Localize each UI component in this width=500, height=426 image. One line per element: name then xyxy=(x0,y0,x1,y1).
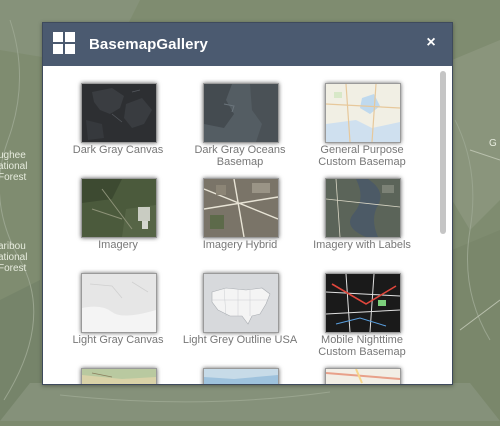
basemap-label: General Purpose Custom Basemap xyxy=(318,144,406,168)
basemap-thumbnail xyxy=(81,273,157,333)
basemap-label: Imagery with Labels xyxy=(313,239,411,251)
basemap-thumbnail xyxy=(325,368,401,384)
basemap-thumbnail xyxy=(203,368,279,384)
close-button[interactable]: × xyxy=(423,34,439,52)
basemap-label: Light Grey Outline USA xyxy=(182,334,298,346)
basemap-thumbnail xyxy=(81,178,157,238)
map-label-forest-2: aribou ational Forest xyxy=(0,241,28,274)
scrollbar-thumb[interactable] xyxy=(440,71,446,234)
basemap-label: Dark Gray Canvas xyxy=(72,144,164,156)
map-label-right: G xyxy=(489,138,497,149)
vertical-scrollbar[interactable] xyxy=(439,66,448,384)
basemap-label: Dark Gray Oceans Basemap xyxy=(194,144,286,168)
grid-icon xyxy=(53,32,75,54)
basemap-label: Imagery xyxy=(98,239,138,251)
basemap-thumbnail xyxy=(203,273,279,333)
basemap-label: Imagery Hybrid xyxy=(202,239,278,251)
basemap-thumbnail xyxy=(325,83,401,143)
basemap-label: Light Gray Canvas xyxy=(72,334,164,346)
basemap-thumbnail xyxy=(325,273,401,333)
basemap-label: Mobile Nighttime Custom Basemap xyxy=(318,334,406,358)
basemap-thumbnail xyxy=(203,178,279,238)
dialog-title-bar[interactable]: BasemapGallery × xyxy=(43,23,452,66)
basemap-thumbnail xyxy=(203,83,279,143)
basemap-gallery-list[interactable]: Dark Gray Canvas Dark Gray Oceans Basema… xyxy=(43,66,452,384)
basemap-thumbnail xyxy=(81,83,157,143)
dialog-title: BasemapGallery xyxy=(89,36,208,53)
basemap-thumbnail xyxy=(325,178,401,238)
map-label-forest-1: ughee ational Forest xyxy=(0,150,28,183)
basemap-gallery-dialog: BasemapGallery × Dark Gray Canvas Dark G… xyxy=(42,22,453,385)
basemap-thumbnail xyxy=(81,368,157,384)
